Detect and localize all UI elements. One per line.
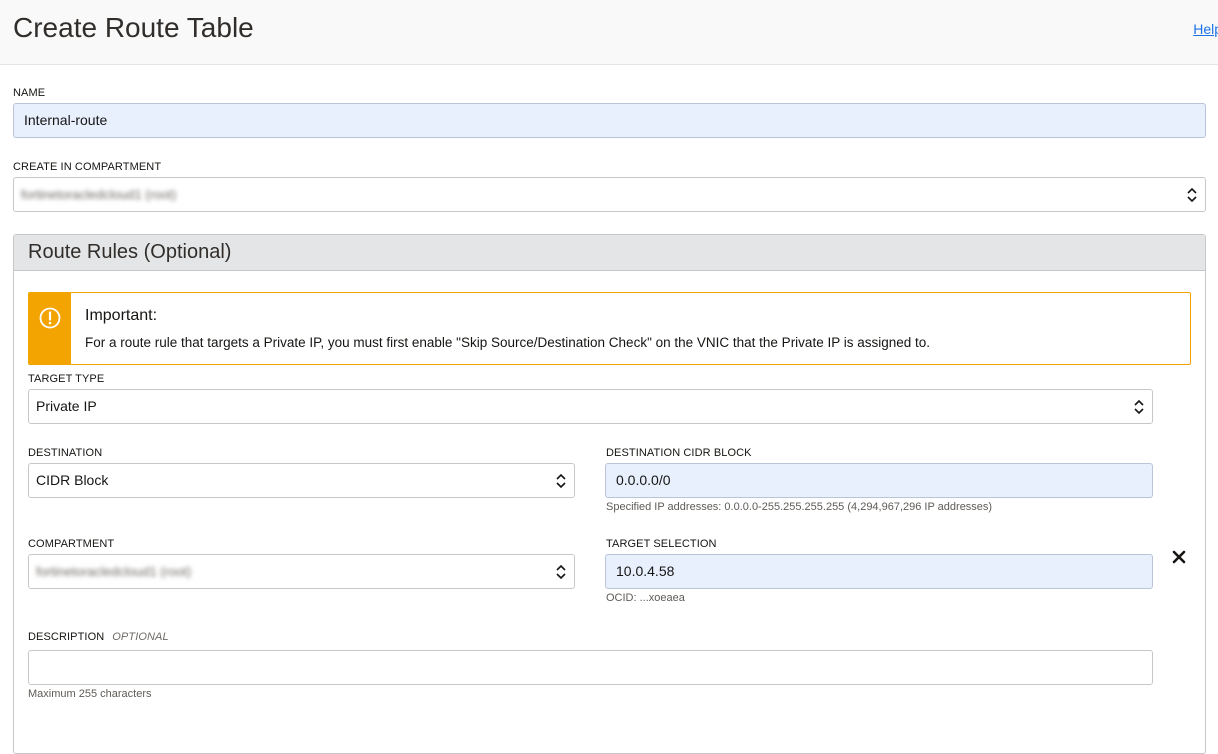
select-arrows-icon [556,473,566,489]
destination-cidr-help: Specified IP addresses: 0.0.0.0-255.255.… [606,501,993,513]
target-type-value: Private IP [36,398,97,414]
route-rules-title: Route Rules (Optional) [28,241,232,263]
exclamation-circle-icon [39,307,61,329]
route-rules-header: Route Rules (Optional) [14,235,1205,271]
compartment-select[interactable]: fortinetoracledcloud1 (root) [13,177,1206,212]
notice-heading: Important: [85,307,158,324]
select-arrows-icon [1187,187,1197,203]
destination-cidr-value: 0.0.0.0/0 [616,472,671,488]
destination-select[interactable]: CIDR Block [28,463,575,498]
important-notice: Important: For a route rule that targets… [28,292,1191,365]
rule-compartment-label: COMPARTMENT [28,538,115,550]
name-label: NAME [13,87,46,99]
destination-cidr-label: DESTINATION CIDR BLOCK [606,447,752,459]
target-selection-value: 10.0.4.58 [616,563,675,579]
target-selection-label: TARGET SELECTION [606,538,717,550]
rule-compartment-value: fortinetoracledcloud1 (root) [36,564,192,579]
select-arrows-icon [1134,399,1144,415]
description-help: Maximum 255 characters [28,688,152,700]
description-optional-tag: OPTIONAL [112,631,169,643]
destination-value: CIDR Block [36,472,109,488]
description-label-text: DESCRIPTION [28,631,105,643]
help-link[interactable]: Help [1193,21,1218,37]
notice-stripe [29,293,71,364]
target-selection-help: OCID: ...xoeaea [606,592,685,604]
rule-compartment-select[interactable]: fortinetoracledcloud1 (root) [28,554,575,589]
description-input[interactable] [28,650,1153,685]
target-selection-input[interactable]: 10.0.4.58 [605,554,1153,589]
description-label: DESCRIPTION OPTIONAL [28,631,169,643]
name-input-value: Internal-route [24,112,108,128]
destination-label: DESTINATION [28,447,103,459]
compartment-select-value: fortinetoracledcloud1 (root) [21,187,177,202]
destination-cidr-input[interactable]: 0.0.0.0/0 [605,463,1153,498]
remove-rule-close-icon[interactable] [1172,550,1186,564]
page-title: Create Route Table [13,12,254,43]
name-input[interactable]: Internal-route [13,103,1206,138]
notice-text: For a route rule that targets a Private … [85,335,931,350]
page-header: Create Route Table Help [0,0,1218,65]
compartment-label: CREATE IN COMPARTMENT [13,161,162,173]
target-type-label: TARGET TYPE [28,373,105,385]
select-arrows-icon [556,564,566,580]
target-type-select[interactable]: Private IP [28,389,1153,424]
